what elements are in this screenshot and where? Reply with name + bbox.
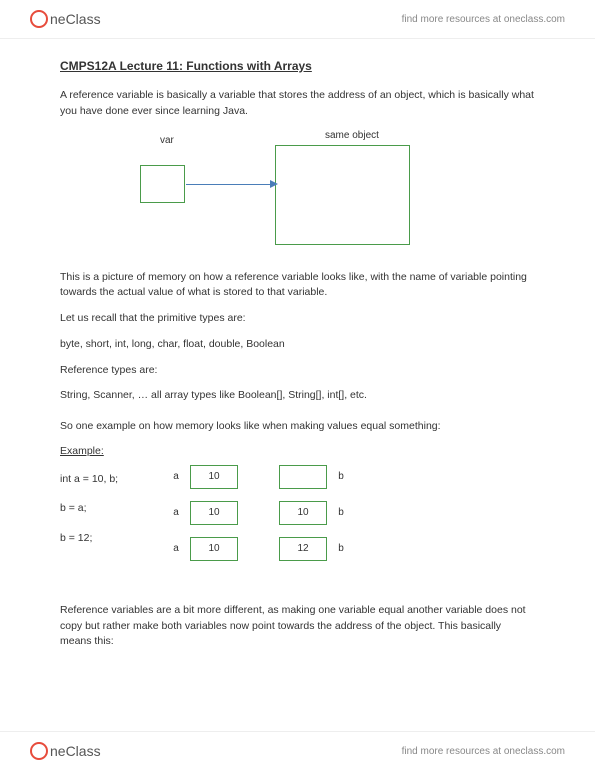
paragraph-5: So one example on how memory looks like … xyxy=(60,419,535,435)
mem-box-a: 10 xyxy=(190,501,238,525)
example-area: int a = 10, b; b = a; b = 12; a 10 b a 1… xyxy=(60,465,535,573)
code-line-2: b = a; xyxy=(60,494,140,523)
logo[interactable]: neClass xyxy=(30,10,101,28)
lecture-title: CMPS12A Lecture 11: Functions with Array… xyxy=(60,59,535,73)
var-label: var xyxy=(160,135,174,146)
mem-label-b: b xyxy=(335,471,347,482)
mem-box-a: 10 xyxy=(190,537,238,561)
footer: neClass find more resources at oneclass.… xyxy=(0,731,595,770)
mem-label-b: b xyxy=(335,543,347,554)
code-line-1: int a = 10, b; xyxy=(60,465,140,494)
logo-circle-icon xyxy=(30,10,48,28)
mem-box-a: 10 xyxy=(190,465,238,489)
same-object-label: same object xyxy=(325,130,379,141)
mem-box-b: 10 xyxy=(279,501,327,525)
document-content: CMPS12A Lecture 11: Functions with Array… xyxy=(0,39,595,650)
code-column: int a = 10, b; b = a; b = 12; xyxy=(60,465,140,573)
primitives-list: byte, short, int, long, char, float, dou… xyxy=(60,337,535,353)
footer-logo-text: neClass xyxy=(50,743,101,759)
mem-label-a: a xyxy=(170,507,182,518)
header-resources-link[interactable]: find more resources at oneclass.com xyxy=(402,14,565,25)
memory-column: a 10 b a 10 10 b a 10 12 b xyxy=(170,465,535,573)
memory-row: a 10 12 b xyxy=(170,537,535,561)
mem-box-b xyxy=(279,465,327,489)
paragraph-2: This is a picture of memory on how a ref… xyxy=(60,270,535,302)
paragraph-4: Reference types are: xyxy=(60,363,535,379)
mem-label-a: a xyxy=(170,543,182,554)
paragraph-6: Reference variables are a bit more diffe… xyxy=(60,603,535,650)
footer-resources-link[interactable]: find more resources at oneclass.com xyxy=(402,746,565,757)
example-label: Example: xyxy=(60,445,535,457)
mem-label-a: a xyxy=(170,471,182,482)
memory-row: a 10 10 b xyxy=(170,501,535,525)
intro-paragraph: A reference variable is basically a vari… xyxy=(60,88,535,120)
code-line-3: b = 12; xyxy=(60,524,140,553)
arrow-head-icon xyxy=(270,180,278,188)
object-box-icon xyxy=(275,145,410,245)
memory-row: a 10 b xyxy=(170,465,535,489)
logo-text: neClass xyxy=(50,11,101,27)
variable-box-icon xyxy=(140,165,185,203)
footer-logo[interactable]: neClass xyxy=(30,742,101,760)
logo-circle-icon xyxy=(30,742,48,760)
paragraph-3: Let us recall that the primitive types a… xyxy=(60,311,535,327)
header: neClass find more resources at oneclass.… xyxy=(0,0,595,39)
reftypes-list: String, Scanner, … all array types like … xyxy=(60,388,535,404)
reference-diagram: var same object xyxy=(60,130,535,250)
mem-box-b: 12 xyxy=(279,537,327,561)
mem-label-b: b xyxy=(335,507,347,518)
arrow-line-icon xyxy=(186,184,274,185)
